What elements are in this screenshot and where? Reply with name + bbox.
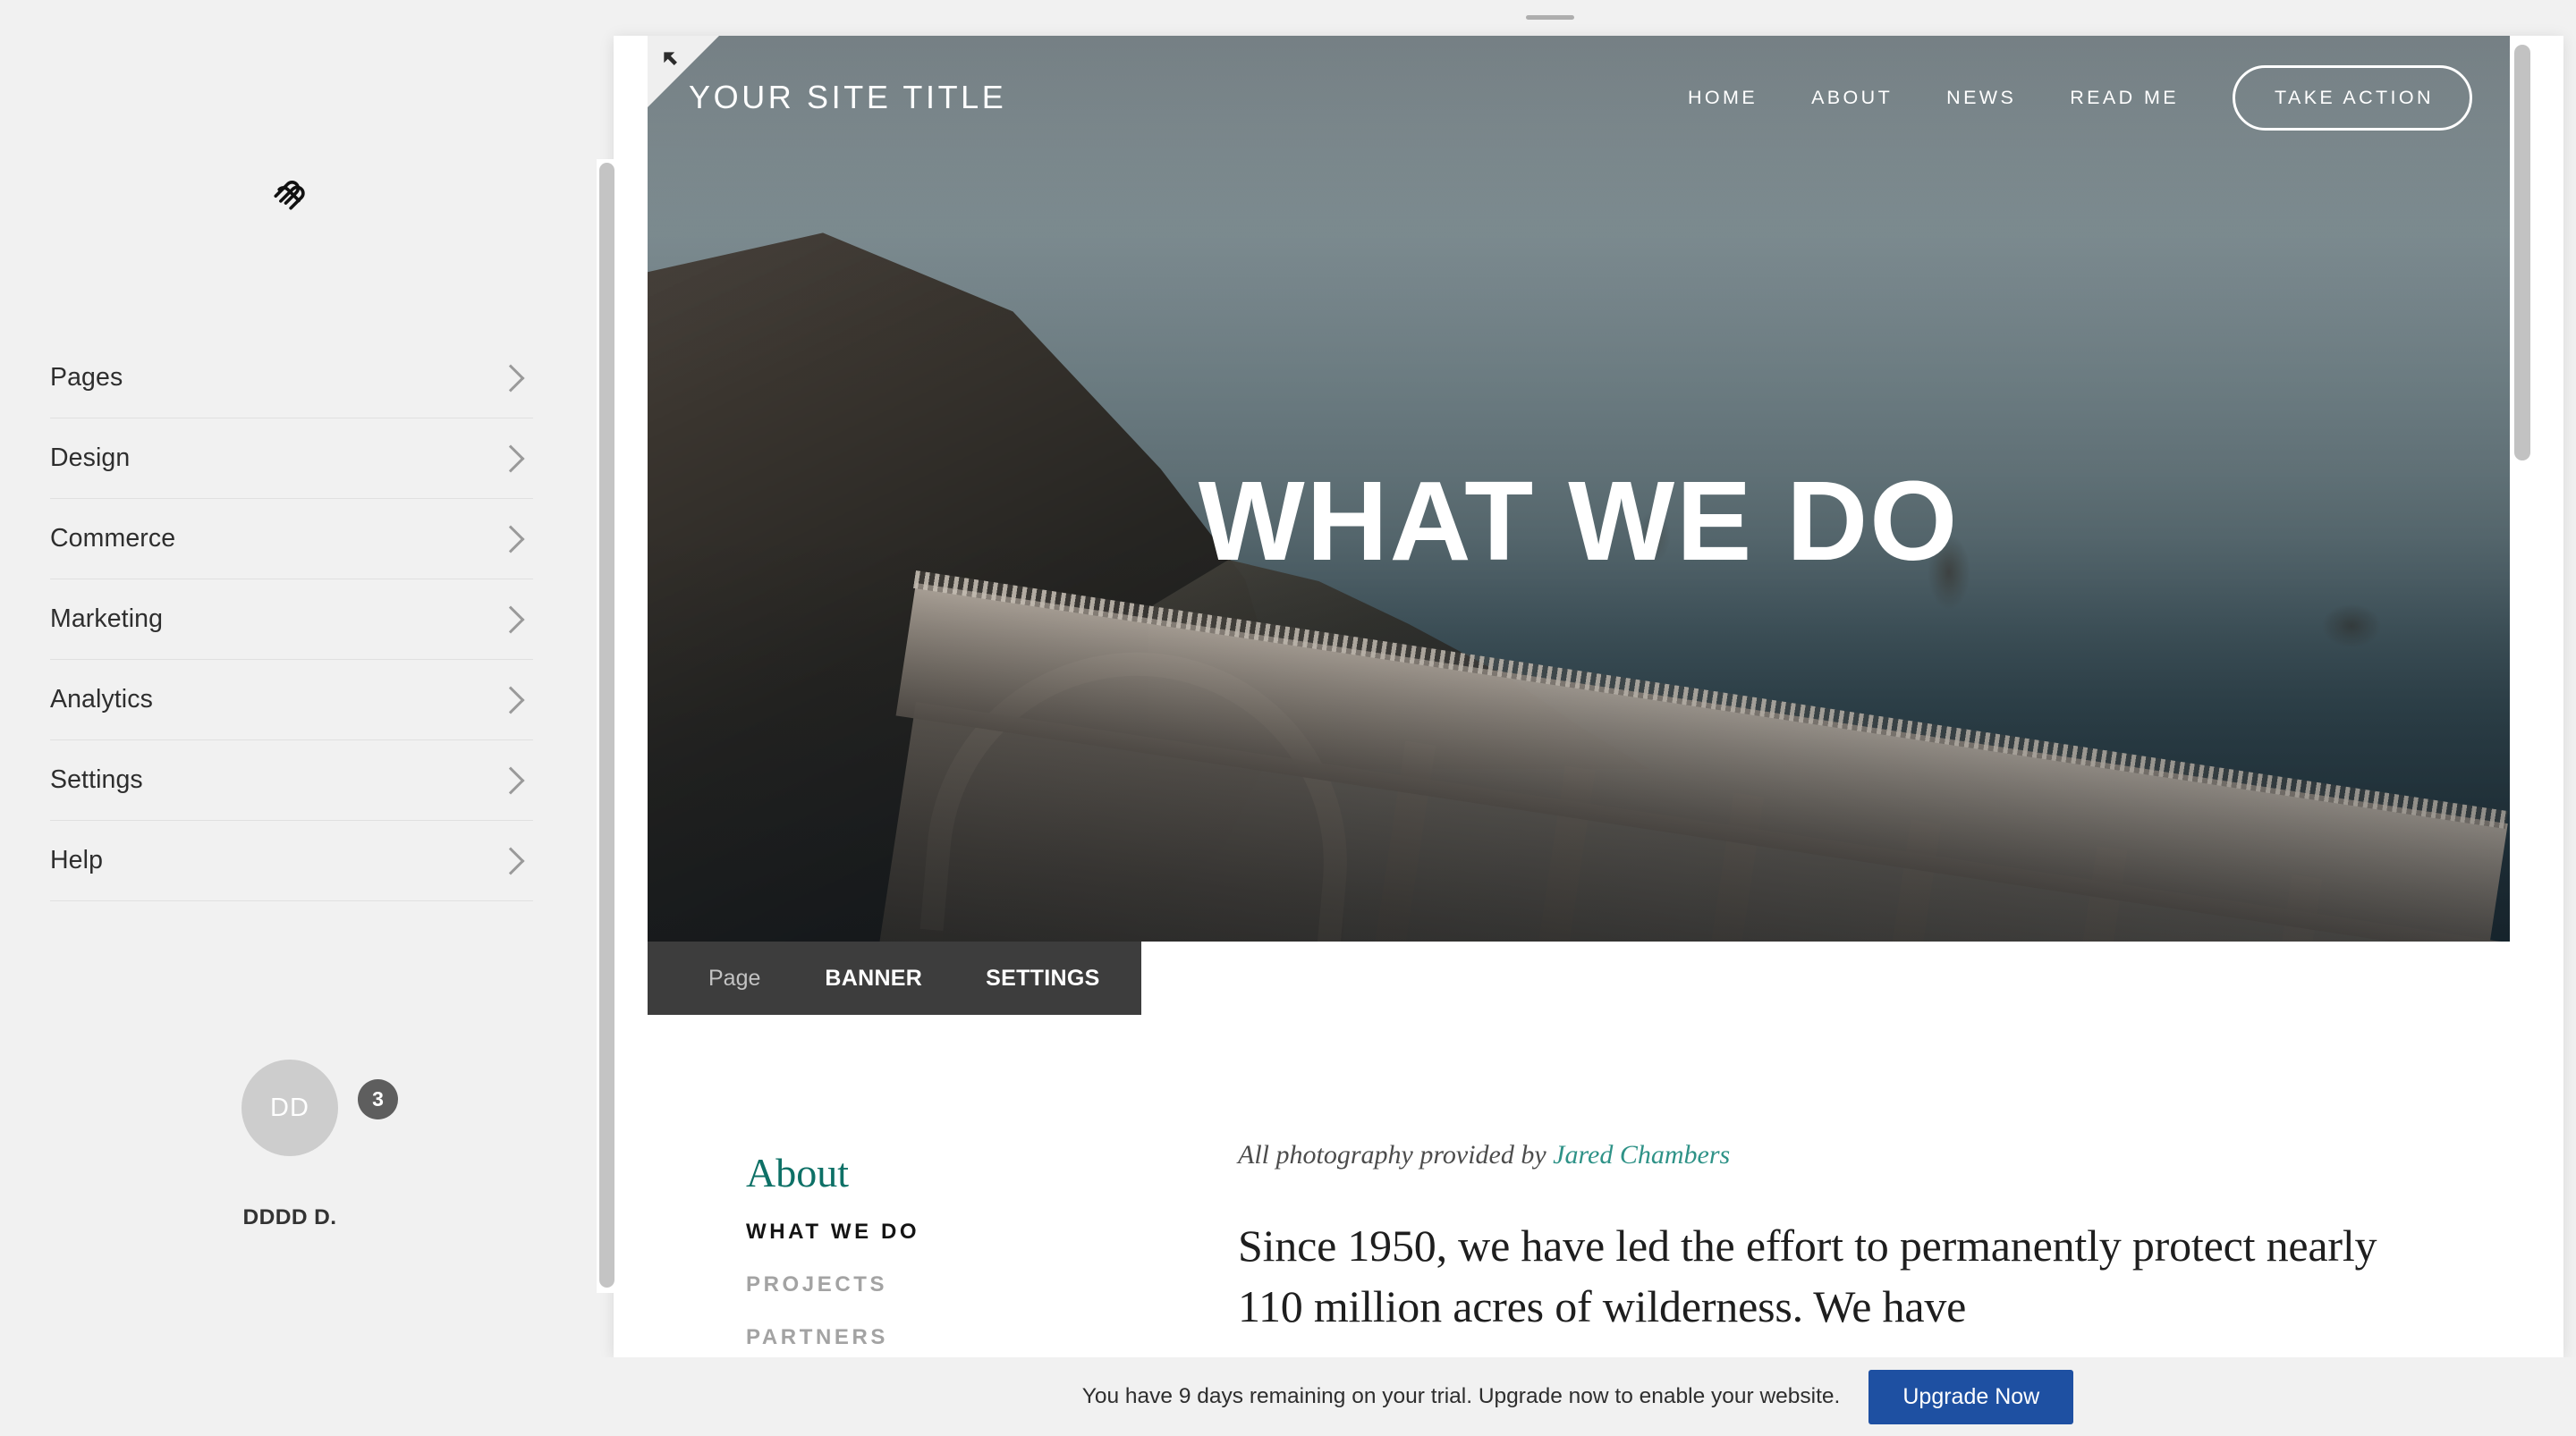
section-heading-about[interactable]: About: [746, 1149, 1140, 1196]
sidebar-item-commerce[interactable]: Commerce: [50, 499, 533, 579]
toolbar-banner-button[interactable]: BANNER: [825, 966, 922, 992]
editor-toolbar: Page BANNER SETTINGS: [648, 942, 1141, 1015]
right-scrollbar-thumb[interactable]: [2514, 45, 2530, 460]
avatar-row: DD 3: [242, 1060, 398, 1156]
trial-banner: You have 9 days remaining on your trial.…: [580, 1357, 2576, 1436]
photo-credit-link[interactable]: Jared Chambers: [1553, 1140, 1730, 1170]
sidebar-item-label: Marketing: [50, 604, 164, 633]
sidebar-item-label: Analytics: [50, 685, 153, 714]
body-subnav-partners[interactable]: PARTNERS: [746, 1325, 1140, 1350]
sidebar-item-label: Pages: [50, 363, 123, 392]
photo-credit-prefix: All photography provided by: [1238, 1140, 1554, 1170]
sidebar-item-label: Settings: [50, 765, 143, 794]
avatar[interactable]: DD: [242, 1060, 338, 1156]
chevron-right-icon: [496, 765, 525, 795]
sidebar-nav: Pages Design Commerce Marketing Analytic…: [50, 338, 533, 901]
chevron-right-icon: [496, 604, 525, 634]
site-nav-link-news[interactable]: NEWS: [1946, 87, 2016, 109]
body-left-column: About WHAT WE DO PROJECTS PARTNERS: [746, 1149, 1140, 1357]
left-scrollbar-thumb[interactable]: [599, 163, 614, 1288]
account-name: DDDD D.: [242, 1205, 337, 1229]
chevron-right-icon: [496, 524, 525, 553]
sidebar-item-marketing[interactable]: Marketing: [50, 579, 533, 660]
site-nav-link-about[interactable]: ABOUT: [1811, 87, 1893, 109]
site-nav-link-read-me[interactable]: READ ME: [2070, 87, 2179, 109]
chevron-right-icon: [496, 363, 525, 393]
chevron-right-icon: [496, 846, 525, 875]
sidebar: Pages Design Commerce Marketing Analytic…: [0, 0, 580, 1436]
site-header: YOUR SITE TITLE HOME ABOUT NEWS READ ME …: [648, 36, 2510, 159]
body-subnav-projects[interactable]: PROJECTS: [746, 1272, 1140, 1297]
take-action-button[interactable]: TAKE ACTION: [2233, 64, 2472, 131]
site-nav-link-home[interactable]: HOME: [1688, 87, 1758, 109]
site-preview: YOUR SITE TITLE HOME ABOUT NEWS READ ME …: [648, 36, 2510, 1357]
sidebar-item-label: Help: [50, 846, 104, 874]
body-paragraph[interactable]: Since 1950, we have led the effort to pe…: [1238, 1215, 2436, 1337]
hero-banner[interactable]: YOUR SITE TITLE HOME ABOUT NEWS READ ME …: [648, 36, 2510, 942]
arrow-up-left-icon[interactable]: [660, 48, 683, 76]
sidebar-item-design[interactable]: Design: [50, 418, 533, 499]
upgrade-now-button[interactable]: Upgrade Now: [1868, 1369, 2074, 1424]
squarespace-logo-icon: [266, 170, 314, 218]
photo-credit: All photography provided by Jared Chambe…: [1238, 1140, 2436, 1170]
body-right-column: All photography provided by Jared Chambe…: [1238, 1140, 2436, 1337]
chevron-right-icon: [496, 443, 525, 473]
sidebar-item-label: Design: [50, 443, 131, 472]
notification-badge[interactable]: 3: [358, 1079, 398, 1119]
window-drag-handle[interactable]: [1526, 15, 1574, 20]
trial-message: You have 9 days remaining on your trial.…: [1081, 1384, 1841, 1408]
sidebar-item-settings[interactable]: Settings: [50, 740, 533, 821]
body-subnav-what-we-do[interactable]: WHAT WE DO: [746, 1220, 1140, 1245]
hero-title[interactable]: WHAT WE DO: [648, 465, 2510, 578]
site-title[interactable]: YOUR SITE TITLE: [689, 79, 1006, 116]
preview-workspace: YOUR SITE TITLE HOME ABOUT NEWS READ ME …: [580, 0, 2576, 1436]
sidebar-item-label: Commerce: [50, 524, 176, 553]
sidebar-item-analytics[interactable]: Analytics: [50, 660, 533, 740]
toolbar-settings-button[interactable]: SETTINGS: [986, 966, 1099, 992]
sidebar-item-help[interactable]: Help: [50, 821, 533, 901]
account-block: DD 3 DDDD D.: [0, 1060, 580, 1230]
chevron-right-icon: [496, 685, 525, 714]
site-nav: HOME ABOUT NEWS READ ME TAKE ACTION: [1688, 64, 2472, 131]
sidebar-item-pages[interactable]: Pages: [50, 338, 533, 418]
toolbar-page-label: Page: [708, 965, 761, 991]
squarespace-logo[interactable]: [0, 170, 580, 218]
